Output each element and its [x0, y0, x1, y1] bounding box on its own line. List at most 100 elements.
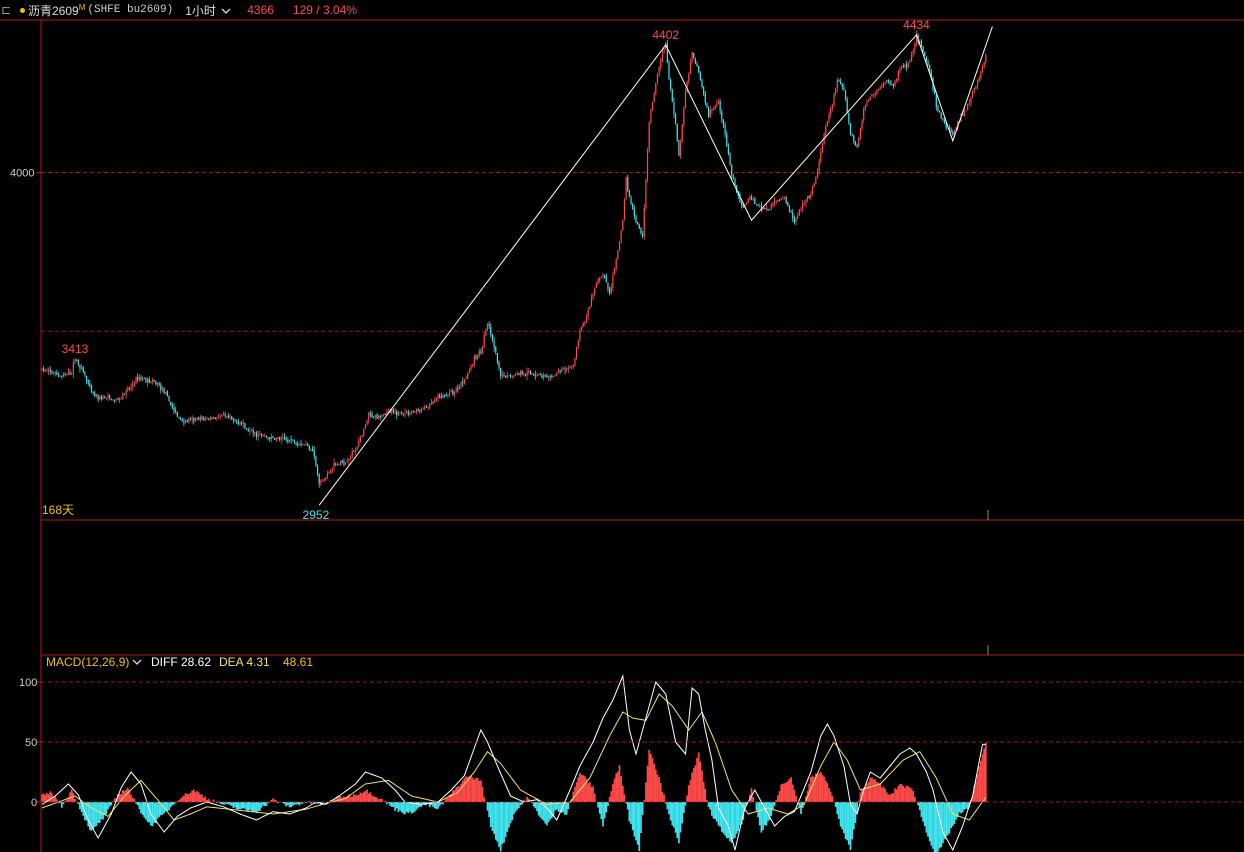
candle-body: [526, 371, 528, 376]
macd-histogram-bar: [678, 802, 680, 844]
candle-body: [378, 415, 380, 419]
candle-body: [76, 359, 78, 361]
candle-body: [292, 440, 294, 442]
candle-body: [69, 372, 71, 375]
macd-histogram-bar: [882, 786, 885, 802]
macd-histogram-bar: [291, 802, 294, 806]
macd-histogram-bar: [843, 802, 845, 834]
candle-body: [496, 352, 498, 363]
candle-body: [227, 415, 230, 419]
price-tick-label: 4000: [10, 168, 34, 180]
macd-chevron-down-icon[interactable]: [132, 659, 142, 665]
candle-body: [186, 420, 188, 422]
candle-body: [430, 402, 432, 404]
candle-body: [43, 368, 45, 371]
macd-legend[interactable]: MACD(12,26,9) DIFF 28.62 DEA 4.31 48.61: [46, 655, 313, 669]
macd-histogram-bar: [473, 779, 476, 802]
candle-body: [120, 398, 122, 400]
candle-body: [745, 202, 748, 205]
macd-histogram-bar: [181, 796, 184, 802]
candle-body: [396, 411, 398, 415]
candle-body: [54, 372, 56, 375]
macd-histogram-bar: [136, 802, 139, 806]
candle-body: [587, 309, 589, 317]
candle-body: [519, 371, 522, 376]
candle-body: [348, 458, 350, 462]
candle-body: [175, 411, 177, 413]
candle-body: [831, 104, 833, 108]
candle-body: [330, 469, 332, 473]
macd-histogram-bar: [590, 786, 593, 802]
candle-body: [521, 370, 523, 375]
candle-body: [57, 374, 60, 376]
macd-histogram-bar: [641, 802, 644, 815]
candle-body: [477, 354, 479, 359]
candle-body: [81, 367, 83, 370]
candle-body: [660, 60, 662, 68]
macd-histogram-bar: [42, 793, 45, 802]
candle-body: [56, 372, 58, 375]
macd-title[interactable]: MACD(12,26,9): [46, 655, 129, 669]
candle-body: [341, 460, 343, 463]
candle-body: [651, 102, 654, 111]
macd-histogram-bar: [651, 758, 654, 802]
macd-histogram-bar: [311, 801, 314, 802]
candle-body: [128, 388, 131, 390]
candle-body: [51, 371, 53, 374]
candle-body: [689, 61, 692, 74]
candle-body: [145, 378, 147, 383]
candle-body: [404, 412, 406, 414]
macd-histogram-bar: [628, 802, 631, 822]
macd-histogram-bar: [587, 783, 589, 802]
candlestick-series: [41, 30, 987, 488]
candle-body: [658, 67, 660, 75]
candle-body: [902, 65, 904, 67]
macd-histogram-bar: [191, 790, 193, 802]
macd-histogram-bar: [734, 802, 736, 838]
candle-body: [52, 373, 55, 375]
macd-histogram-bar: [369, 792, 372, 802]
candle-body: [308, 445, 310, 450]
candle-body: [635, 215, 637, 223]
candle-body: [684, 91, 687, 108]
macd-histogram-bar: [793, 789, 796, 802]
candle-body: [821, 143, 824, 153]
macd-histogram-bar: [887, 794, 890, 802]
candle-body: [427, 407, 429, 409]
macd-histogram-bar: [907, 786, 910, 802]
candle-body: [307, 443, 309, 446]
chart-canvas[interactable]: 3413 2952 4402 4434 4000 100 50 0 168天 MACD(1…: [0, 0, 1244, 852]
candle-body: [605, 276, 607, 283]
candle-body: [287, 440, 289, 442]
candle-body: [556, 372, 558, 376]
candle-body: [943, 119, 946, 123]
candle-body: [788, 205, 791, 212]
candle-body: [486, 323, 489, 331]
candle-body: [316, 466, 319, 474]
candle-body: [267, 437, 269, 439]
candle-body: [356, 446, 358, 451]
candle-body: [444, 394, 446, 396]
candle-body: [440, 396, 442, 399]
candle-body: [411, 411, 413, 413]
candle-body: [470, 365, 472, 370]
candle-body: [257, 434, 259, 438]
candle-body: [566, 368, 568, 370]
candle-body: [770, 204, 772, 210]
macd-histogram-bar: [631, 802, 634, 831]
macd-histogram-bar: [704, 788, 707, 802]
macd-histogram-bar: [199, 794, 202, 802]
candle-body: [503, 375, 505, 377]
macd-histogram-bar: [452, 790, 454, 802]
candle-body: [610, 287, 612, 294]
macd-histogram-bar: [661, 791, 664, 802]
macd-histogram-bar: [536, 802, 538, 812]
candle-body: [972, 91, 974, 98]
candle-body: [453, 391, 456, 395]
candle-body: [359, 437, 362, 442]
candle-body: [750, 196, 753, 200]
candle-body: [168, 395, 170, 402]
macd-histogram-bar: [961, 802, 964, 813]
candle-body: [417, 409, 419, 411]
macd-histogram-bar: [884, 788, 886, 802]
